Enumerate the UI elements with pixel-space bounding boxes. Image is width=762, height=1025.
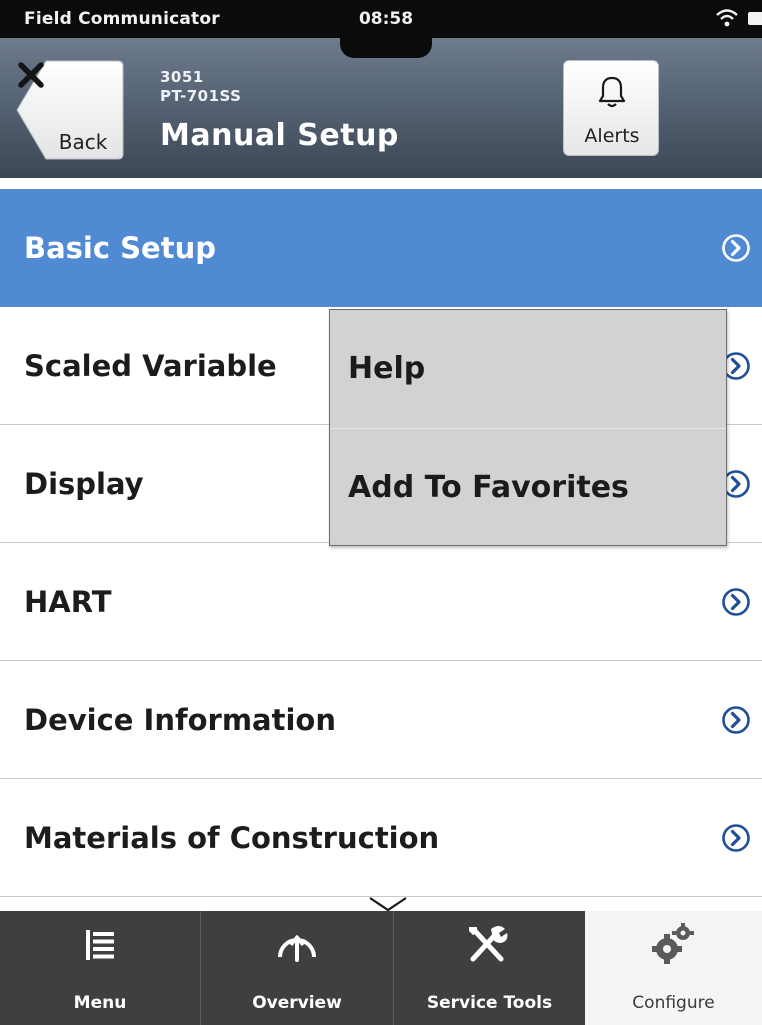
tab-service-tools[interactable]: Service Tools <box>394 911 585 1025</box>
popup-item-label: Help <box>348 351 426 386</box>
alerts-button[interactable]: Alerts <box>563 60 659 156</box>
popup-item-help[interactable]: Help <box>330 310 726 428</box>
chevron-circle-right-icon[interactable] <box>721 823 751 853</box>
status-app-name: Field Communicator <box>24 9 220 29</box>
menu-item-label: Scaled Variable <box>24 349 277 383</box>
gauge-icon <box>278 935 316 962</box>
battery-icon <box>748 12 762 25</box>
chevron-down-icon[interactable] <box>366 895 410 913</box>
gears-icon <box>652 923 694 964</box>
tools-icon <box>469 926 508 962</box>
device-tag: PT-701SS <box>160 87 242 105</box>
clock-notch: 08:58 <box>340 0 432 58</box>
list-icon <box>86 930 114 960</box>
popup-item-add-to-favorites[interactable]: Add To Favorites <box>330 429 726 547</box>
menu-list: Basic Setup Scaled Variable Display HART… <box>0 189 762 911</box>
close-icon <box>18 62 44 88</box>
menu-item-device-information[interactable]: Device Information <box>0 661 762 779</box>
menu-item-label: HART <box>24 585 112 619</box>
menu-item-basic-setup[interactable]: Basic Setup <box>0 189 762 307</box>
tab-overview[interactable]: Overview <box>201 911 393 1025</box>
tab-label: Overview <box>252 993 342 1013</box>
tab-label: Menu <box>73 993 127 1013</box>
header: Back 3051 PT-701SS Manual Setup Alerts <box>0 38 762 178</box>
context-menu-popup: Help Add To Favorites <box>329 309 727 546</box>
menu-item-label: Device Information <box>24 703 336 737</box>
device-model: 3051 <box>160 68 204 86</box>
menu-item-label: Basic Setup <box>24 231 216 265</box>
alerts-label: Alerts <box>584 125 640 147</box>
menu-item-label: Display <box>24 467 144 501</box>
tab-label: Configure <box>632 993 715 1013</box>
chevron-circle-right-icon[interactable] <box>721 705 751 735</box>
wifi-icon <box>716 9 738 27</box>
chevron-circle-right-icon <box>722 234 750 262</box>
tab-menu[interactable]: Menu <box>0 911 200 1025</box>
back-button[interactable]: Back <box>16 60 124 160</box>
tab-label: Service Tools <box>426 993 553 1013</box>
tab-configure[interactable]: Configure <box>585 911 762 1025</box>
back-label: Back <box>58 130 108 154</box>
menu-item-label: Materials of Construction <box>24 821 440 855</box>
popup-item-label: Add To Favorites <box>348 470 629 505</box>
menu-item-materials-of-construction[interactable]: Materials of Construction <box>0 779 762 897</box>
tab-bar: Menu Overview Service Tools Configure <box>0 911 762 1025</box>
chevron-circle-right-icon[interactable] <box>721 587 751 617</box>
menu-item-hart[interactable]: HART <box>0 543 762 661</box>
page-title: Manual Setup <box>160 118 399 153</box>
status-time: 08:58 <box>358 9 414 29</box>
bell-icon <box>598 76 626 108</box>
